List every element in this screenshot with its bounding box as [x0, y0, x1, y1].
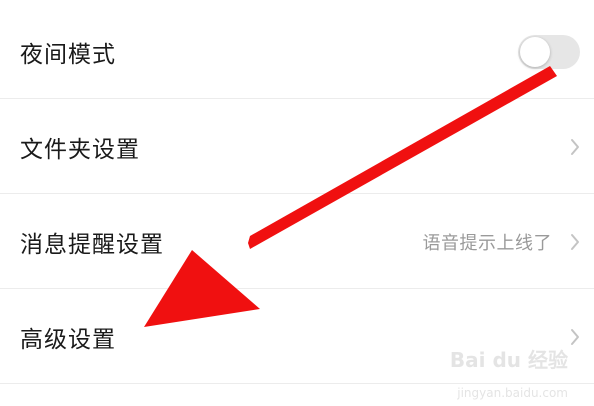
watermark-brand: Bai du 经验: [449, 348, 568, 372]
setting-row-night-mode[interactable]: 夜间模式: [0, 4, 594, 99]
baidu-jingyan-watermark: Bai du 经验 jingyan.baidu.com: [408, 344, 568, 400]
setting-label: 文件夹设置: [20, 136, 140, 163]
setting-label: 夜间模式: [20, 41, 116, 68]
setting-value: 语音提示上线了: [422, 232, 552, 254]
night-mode-toggle[interactable]: [518, 34, 580, 69]
setting-row-folder[interactable]: 文件夹设置: [0, 99, 594, 194]
setting-row-message-reminder[interactable]: 消息提醒设置 语音提示上线了: [0, 194, 594, 289]
watermark-url: jingyan.baidu.com: [457, 386, 568, 400]
setting-label: 高级设置: [20, 326, 116, 353]
toggle-knob: [520, 36, 550, 67]
chevron-right-icon: [571, 328, 579, 345]
settings-screen: 夜间模式 文件夹设置 消息提醒设置 语音提示上线了 高级设置 Bai du 经验: [0, 0, 594, 406]
chevron-right-icon: [571, 138, 579, 155]
chevron-right-icon: [571, 233, 579, 250]
setting-label: 消息提醒设置: [20, 231, 164, 258]
